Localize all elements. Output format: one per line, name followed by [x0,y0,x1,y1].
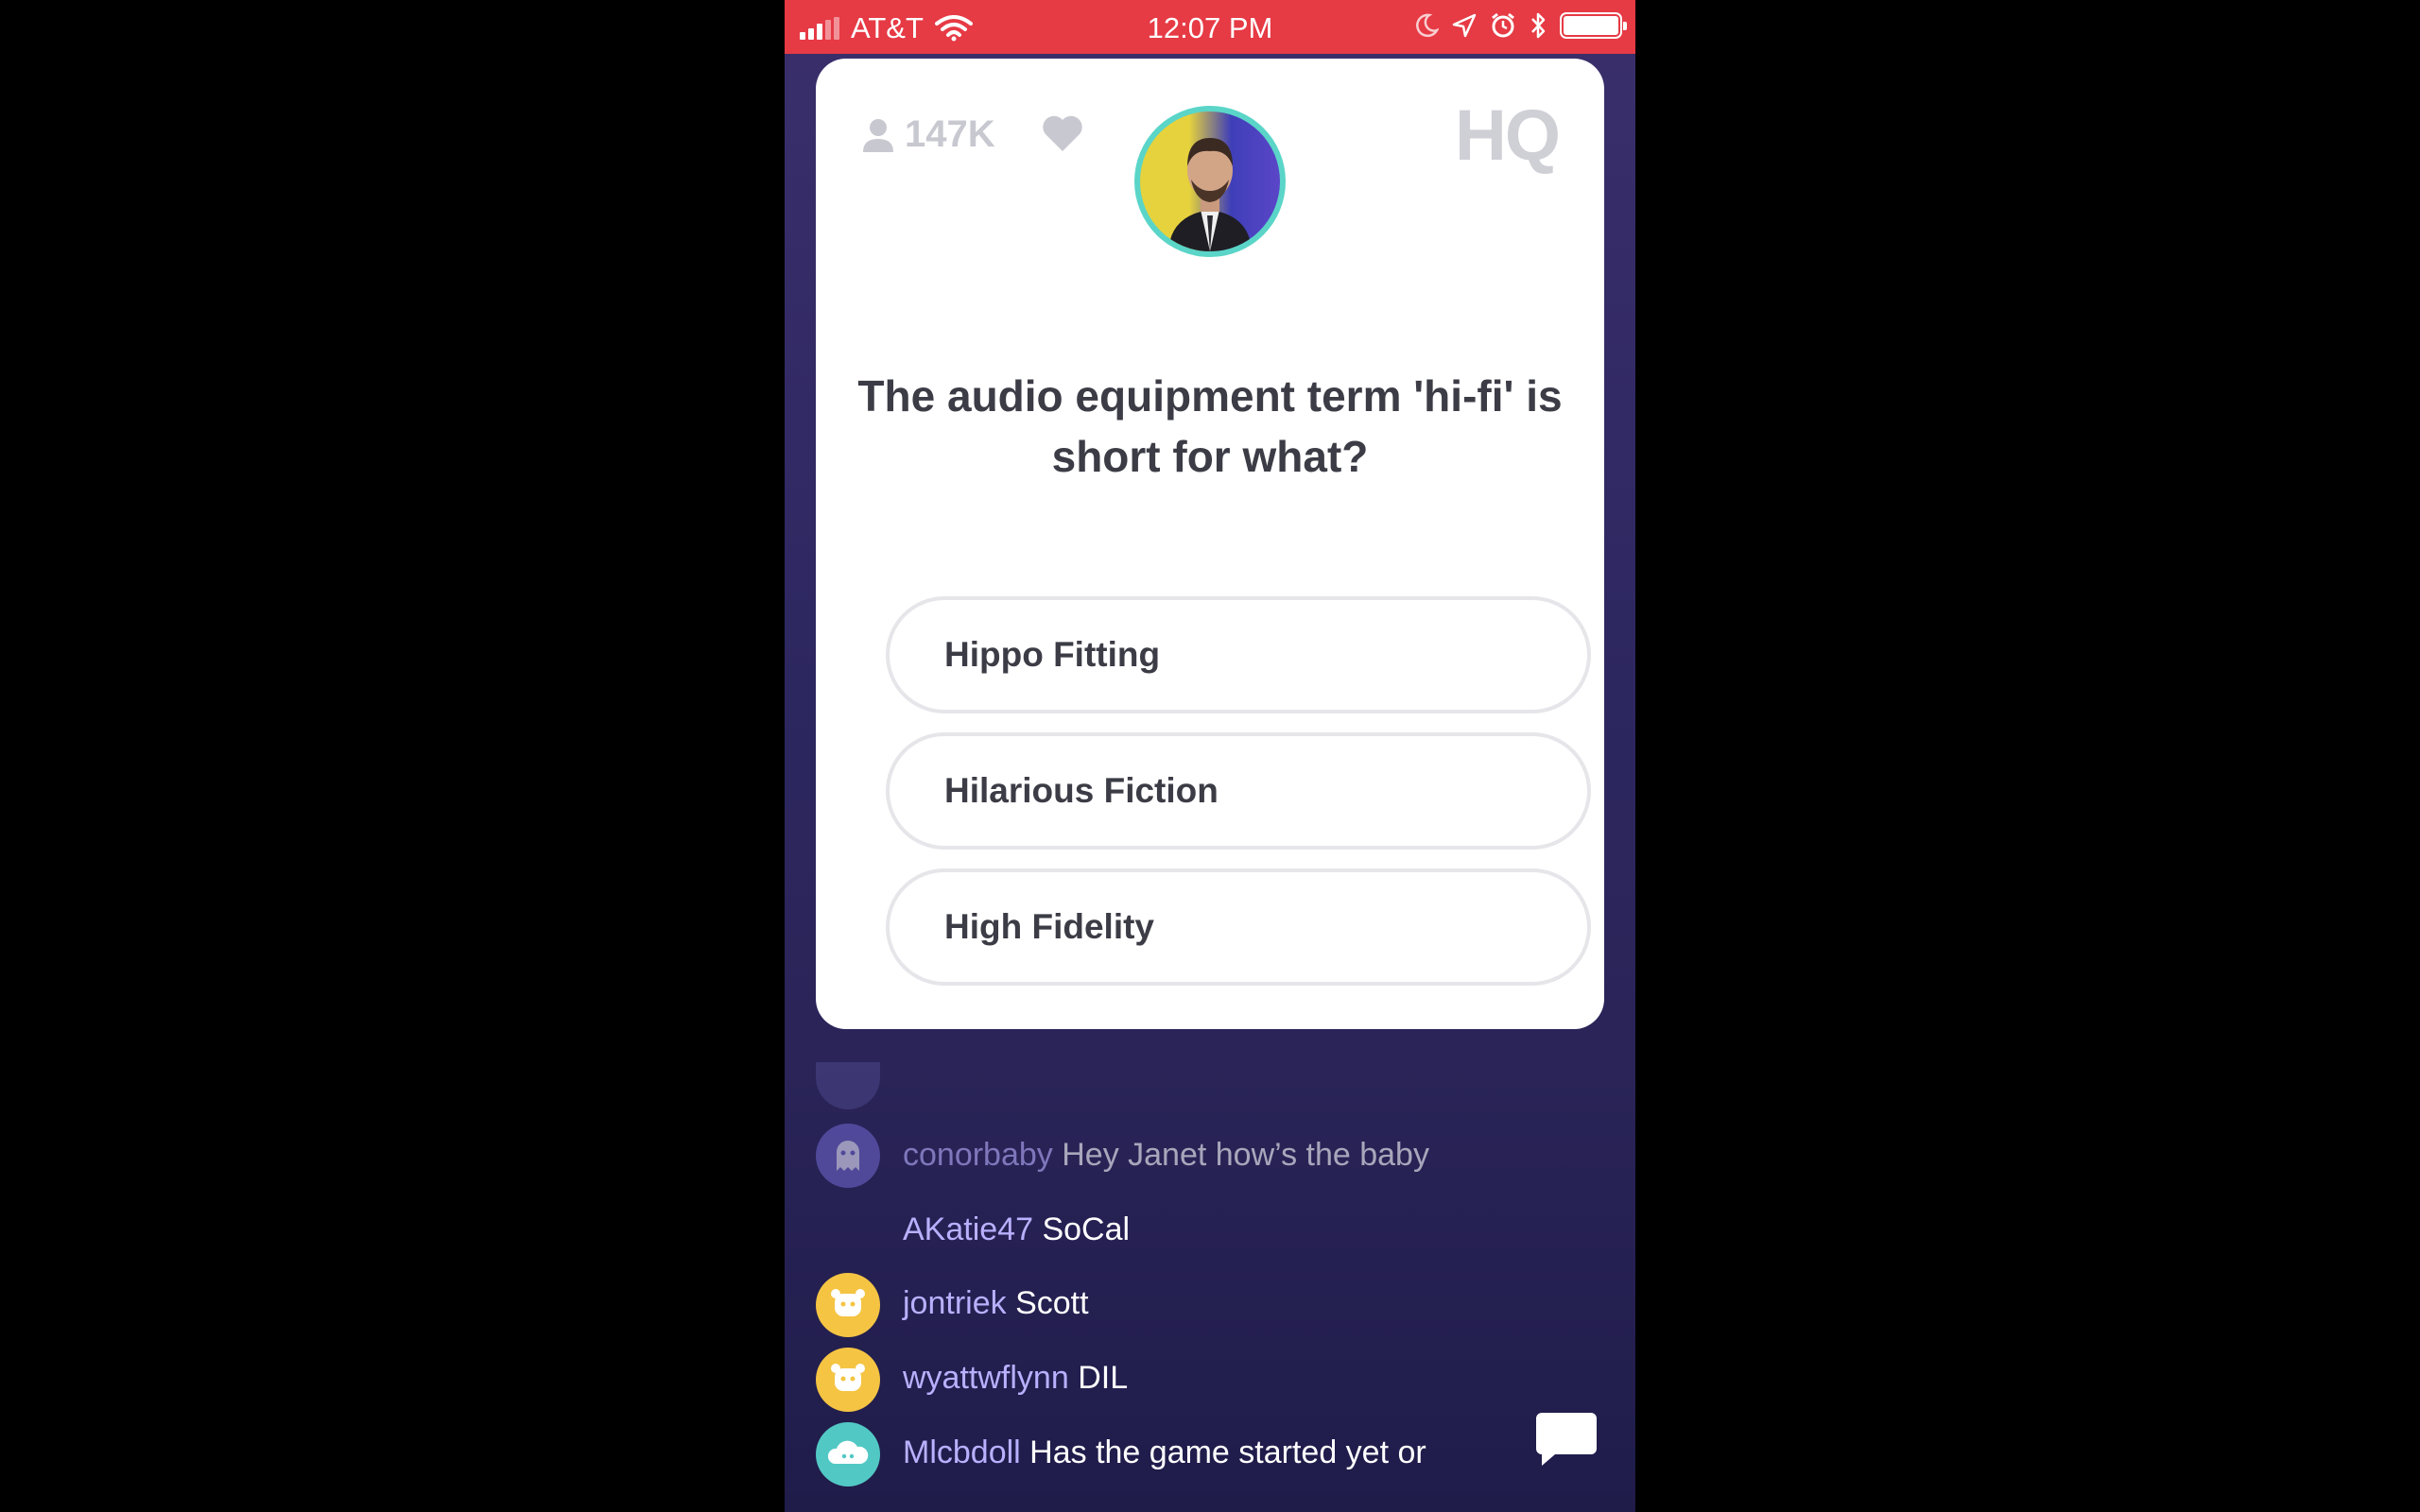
chat-message-text: Scott [1015,1285,1089,1321]
chat-message-text: Hey Janet how’s the baby [1062,1137,1429,1173]
chat-message-text: Has the game started yet or [1029,1435,1426,1470]
chat-message: Mlcbdoll Has the game started yet or [785,1421,1635,1487]
chat-message-text: SoCal [1042,1211,1131,1247]
answer-option-label: Hippo Fitting [944,635,1161,674]
chat-username[interactable]: Mlcbdoll [903,1435,1021,1470]
person-icon [863,118,893,152]
viewer-count: 147K [861,113,995,156]
viewer-count-label: 147K [905,113,995,155]
faded-chat-avatar [816,1062,880,1109]
bluetooth-icon [1531,12,1546,39]
chat-message: AKatie47 SoCal [785,1198,1635,1264]
chat-username[interactable]: wyattwflynn [903,1360,1069,1396]
host-avatar [1134,106,1286,257]
chat-message: wyattwflynn DIL [785,1347,1635,1413]
do-not-disturb-moon-icon [1416,13,1439,38]
answer-option-1[interactable]: Hippo Fitting [886,596,1591,713]
chat-message-text: DIL [1078,1360,1129,1396]
chat-message: jontriek Scott [785,1272,1635,1338]
cloud-avatar-icon [816,1422,880,1486]
chat-message: conorbaby Hey Janet how’s the baby [785,1124,1635,1190]
answer-option-label: Hilarious Fiction [944,771,1219,810]
answer-option-3[interactable]: High Fidelity [886,868,1591,986]
question-text: The audio equipment term 'hi-fi' is shor… [857,371,1563,481]
chat-bubble-icon[interactable] [1534,1409,1599,1469]
alarm-clock-icon [1492,12,1514,38]
heart-icon[interactable] [1041,113,1084,153]
yellow-face-avatar-icon [816,1348,880,1412]
battery-icon [1560,12,1627,39]
ghost-avatar-icon [816,1124,880,1188]
chat-username[interactable]: AKatie47 [903,1211,1033,1247]
chat-username[interactable]: jontriek [903,1285,1007,1321]
answer-option-label: High Fidelity [944,907,1154,946]
yellow-face-avatar-icon [816,1273,880,1337]
answer-option-2[interactable]: Hilarious Fiction [886,732,1591,850]
status-bar: AT&T 12:07 PM [785,0,1635,54]
hq-logo: HQ [1455,95,1561,176]
host-portrait [1168,138,1252,251]
question-card: 147K HQ The audio equipment term 'hi-fi'… [816,59,1604,1029]
location-arrow-icon [1452,13,1477,38]
phone-screen: AT&T 12:07 PM 147K HQ The audio equipmen… [785,0,1635,1512]
chat-username[interactable]: conorbaby [903,1137,1053,1173]
